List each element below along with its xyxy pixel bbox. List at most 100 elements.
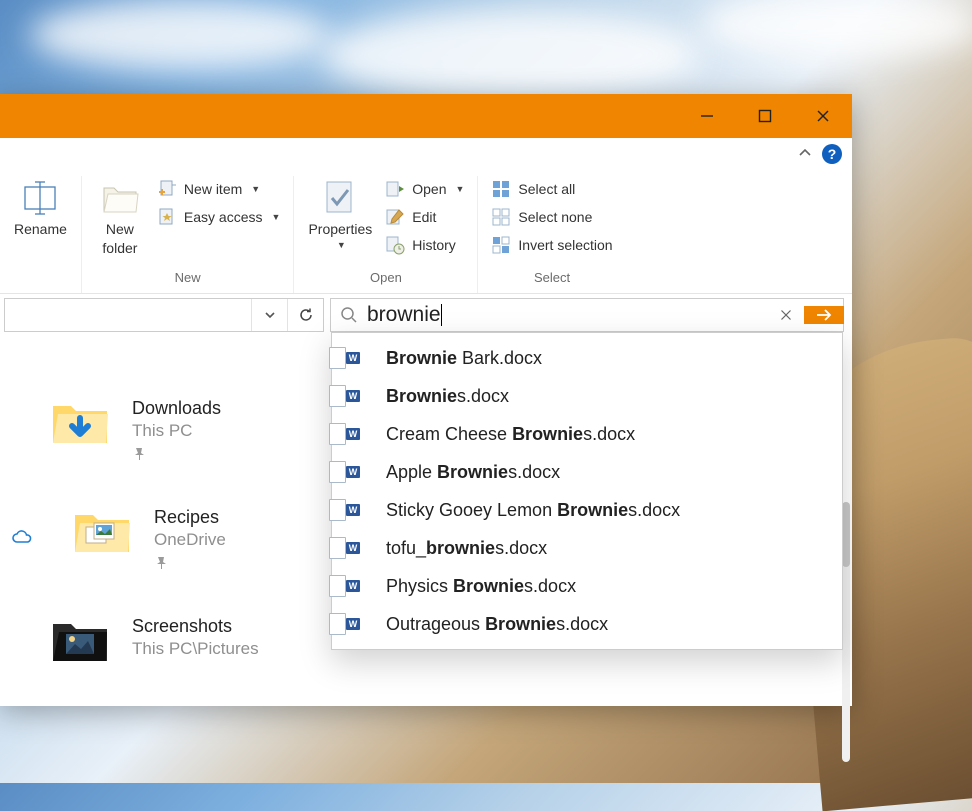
scrollbar[interactable] [842,502,850,762]
maximize-button[interactable] [736,94,794,138]
search-input[interactable]: brownie [367,303,768,327]
invert-selection-icon [491,235,511,255]
address-history-button[interactable] [251,299,287,331]
suggestion-item[interactable]: W Outrageous Brownies.docx [332,605,842,643]
folder-icon [50,396,110,448]
suggestion-text: tofu_brownies.docx [386,538,547,559]
edit-button[interactable]: Edit [382,206,467,228]
folder-icon [72,505,132,557]
new-item-label: New item [184,181,242,197]
suggestion-text: Outrageous Brownies.docx [386,614,608,635]
titlebar [0,94,852,138]
search-suggestions-popup: W Brownie Bark.docx W Brownies.docx WCream C… [331,332,843,650]
search-icon [331,306,367,324]
folder-location: This PC\Pictures [132,639,259,659]
history-label: History [412,237,456,253]
open-button[interactable]: Open ▼ [382,178,467,200]
text-cursor [441,304,442,326]
folder-location: This PC [132,421,221,441]
word-document-icon: W [346,347,368,369]
file-explorer-window: ? Rename . New fold [0,94,852,706]
suggestion-item[interactable]: Wtofu_brownies.docx [332,529,842,567]
folder-item[interactable]: DownloadsThis PC [50,396,259,465]
suggestion-text: Brownie Bark.docx [386,348,542,369]
folder-icon [50,614,110,666]
suggestion-item[interactable]: W Apple Brownies.docx [332,453,842,491]
search-query-text: brownie [367,303,441,327]
caret-down-icon: ▼ [337,240,346,250]
select-all-icon [491,179,511,199]
suggestion-item[interactable]: W Sticky Gooey Lemon Brownies.docx [332,491,842,529]
edit-icon [385,207,405,227]
folder-item[interactable]: ScreenshotsThis PC\Pictures [50,614,259,666]
open-label: Open [412,181,446,197]
collapse-ribbon-button[interactable] [798,146,812,163]
rename-icon [20,178,60,218]
caret-down-icon: ▼ [456,184,465,194]
suggestion-item[interactable]: W Brownies.docx [332,377,842,415]
word-document-icon: W [346,537,368,559]
folder-item[interactable]: RecipesOneDrive [50,505,259,574]
search-go-button[interactable] [804,306,844,324]
select-all-button[interactable]: Select all [488,178,615,200]
open-icon [385,179,405,199]
new-item-button[interactable]: New item ▼ [154,178,284,200]
new-item-icon [157,179,177,199]
address-search-row: brownie [0,294,852,336]
folder-list: DownloadsThis PC RecipesOneDrive Screensho… [0,336,259,706]
folder-name: Screenshots [132,616,259,637]
edit-label: Edit [412,209,436,225]
search-bar[interactable]: brownie [330,298,844,332]
suggestion-text: Sticky Gooey Lemon Brownies.docx [386,500,680,521]
select-all-label: Select all [518,181,575,197]
close-button[interactable] [794,94,852,138]
invert-selection-button[interactable]: Invert selection [488,234,615,256]
caret-down-icon: ▼ [251,184,260,194]
suggestion-item[interactable]: WPhysics Brownies.docx [332,567,842,605]
help-icon[interactable]: ? [822,144,842,164]
scrollbar-thumb[interactable] [842,502,850,567]
folder-location: OneDrive [154,530,226,550]
group-open-label: Open [370,266,402,291]
suggestion-text: Physics Brownies.docx [386,576,576,597]
easy-access-label: Easy access [184,209,263,225]
invert-selection-label: Invert selection [518,237,612,253]
word-document-icon: W [346,461,368,483]
pin-icon [154,556,226,574]
word-document-icon: W [346,613,368,635]
select-none-label: Select none [518,209,592,225]
rename-label: Rename [14,221,67,237]
cloud-status-icon [10,525,34,552]
history-button[interactable]: History [382,234,467,256]
rename-button[interactable]: Rename [10,176,71,239]
select-none-button[interactable]: Select none [488,206,615,228]
address-bar[interactable] [4,298,324,332]
history-icon [385,235,405,255]
minimize-button[interactable] [678,94,736,138]
new-folder-icon [100,178,140,218]
word-document-icon: W [346,385,368,407]
ribbon-header: ? [0,138,852,170]
properties-label: Properties [308,221,372,237]
suggestion-text: Apple Brownies.docx [386,462,560,483]
group-select-label: Select [534,266,570,291]
folder-name: Downloads [132,398,221,419]
clear-search-button[interactable] [768,308,804,322]
new-folder-label1: New [106,221,134,237]
easy-access-button[interactable]: Easy access ▼ [154,206,284,228]
word-document-icon: W [346,423,368,445]
properties-button[interactable]: Properties ▼ [304,176,376,252]
new-folder-label2: folder [102,240,137,256]
word-document-icon: W [346,499,368,521]
folder-name: Recipes [154,507,226,528]
properties-icon [320,178,360,218]
caret-down-icon: ▼ [272,212,281,222]
select-none-icon [491,207,511,227]
refresh-button[interactable] [287,299,323,331]
new-folder-button[interactable]: New folder [92,176,148,258]
easy-access-icon [157,207,177,227]
suggestion-item[interactable]: WCream Cheese Brownies.docx [332,415,842,453]
suggestion-text: Brownies.docx [386,386,509,407]
suggestion-item[interactable]: W Brownie Bark.docx [332,339,842,377]
ribbon: Rename . New folder [0,170,852,294]
